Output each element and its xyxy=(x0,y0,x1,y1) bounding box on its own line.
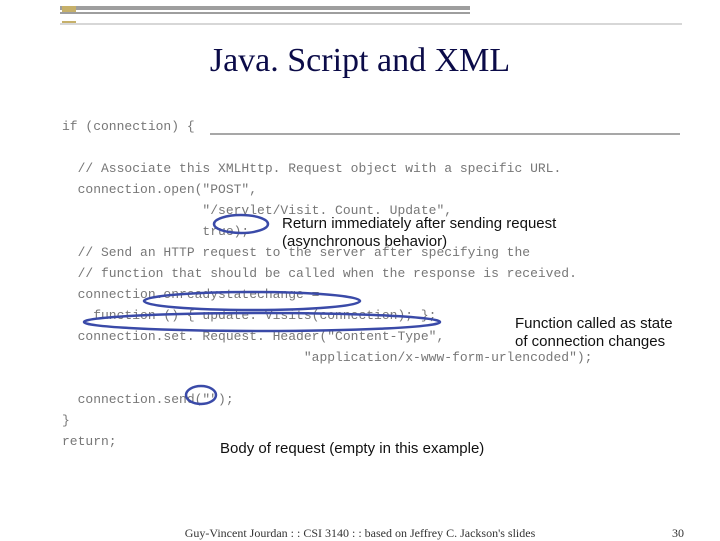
top-border-thin xyxy=(60,12,470,14)
code-block: if (connection) { // Associate this XMLH… xyxy=(62,116,690,452)
slide-title: Java. Script and XML xyxy=(0,42,720,80)
annotation-async: Return immediately after sending request… xyxy=(282,215,556,251)
highlight-ellipse-onreadystatechange xyxy=(142,290,362,312)
page-number: 30 xyxy=(672,526,684,541)
top-border-light xyxy=(60,23,682,25)
highlight-ellipse-true xyxy=(212,213,270,235)
footer-text: Guy-Vincent Jourdan : : CSI 3140 : : bas… xyxy=(0,526,720,541)
accent-block-small xyxy=(62,21,76,23)
highlight-ellipse-send-arg xyxy=(184,384,218,406)
top-border-thick xyxy=(60,6,470,10)
highlight-ellipse-function xyxy=(82,311,442,333)
accent-block xyxy=(62,6,76,12)
annotation-body: Body of request (empty in this example) xyxy=(220,440,484,458)
annotation-function: Function called as state of connection c… xyxy=(515,315,685,351)
